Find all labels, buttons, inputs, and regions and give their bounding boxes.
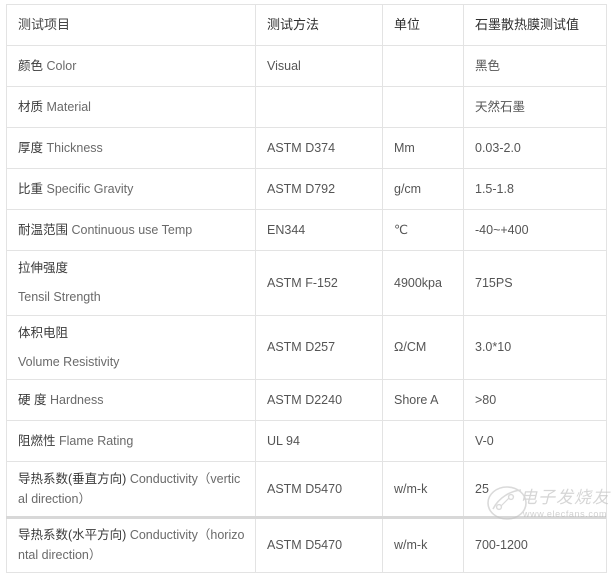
test-item-name-cn: 导热系数(垂直方向)	[18, 472, 127, 486]
spec-table-container: 测试项目 测试方法 单位 石墨散热膜测试值 颜色 Color Visual 黑色 材质…	[6, 4, 607, 573]
table-body: 颜色 Color Visual 黑色 材质 Material 天然石墨 厚度 Thickn…	[6, 45, 607, 573]
cell-test-method: ASTM F-152	[255, 250, 383, 316]
cell-test-item: 材质 Material	[6, 86, 256, 128]
test-item-name-en: Material	[46, 99, 91, 114]
cell-test-item: 体积电阻 Volume Resistivity	[6, 314, 256, 380]
table-row: 导热系数(垂直方向) Conductivity（vertical directi…	[6, 461, 607, 518]
cell-test-item: 硬 度 Hardness	[6, 379, 256, 421]
cell-test-value: 715PS	[463, 250, 607, 316]
table-row: 颜色 Color Visual 黑色	[6, 45, 607, 87]
cell-test-item: 阻燃性 Flame Rating	[6, 420, 256, 462]
test-item-name-cn: 耐温范围	[18, 222, 69, 237]
test-item-name-cn: 材质	[18, 99, 44, 114]
cell-test-value: 0.03-2.0	[463, 127, 607, 169]
cell-test-item: 颜色 Color	[6, 45, 256, 87]
test-item-name-cn: 拉伸强度	[18, 261, 69, 275]
cell-unit: Ω/CM	[382, 314, 464, 380]
table-header: 测试项目 测试方法 单位 石墨散热膜测试值	[6, 4, 607, 46]
cell-test-value: 25	[463, 461, 607, 518]
cell-unit: ℃	[382, 209, 464, 251]
table-row: 厚度 Thickness ASTM D374 Mm 0.03-2.0	[6, 127, 607, 169]
table-row: 导热系数(水平方向) Conductivity（horizontal direc…	[6, 516, 607, 573]
cell-test-value: 1.5-1.8	[463, 168, 607, 210]
table-row: 体积电阻 Volume Resistivity ASTM D257 Ω/CM 3.0*1…	[6, 314, 607, 380]
table-row: 阻燃性 Flame Rating UL 94 V-0	[6, 420, 607, 462]
cell-test-value: 700-1200	[463, 516, 607, 573]
table-row: 耐温范围 Continuous use Temp EN344 ℃ -40~+400	[6, 209, 607, 251]
cell-test-method	[255, 86, 383, 128]
cell-test-method: ASTM D5470	[255, 516, 383, 573]
table-row: 材质 Material 天然石墨	[6, 86, 607, 128]
cell-test-value: 3.0*10	[463, 314, 607, 380]
cell-unit	[382, 45, 464, 87]
cell-test-method: EN344	[255, 209, 383, 251]
cell-unit: g/cm	[382, 168, 464, 210]
cell-unit: Shore A	[382, 379, 464, 421]
cell-unit: Mm	[382, 127, 464, 169]
cell-test-item: 比重 Specific Gravity	[6, 168, 256, 210]
test-item-name-en: Tensil Strength	[18, 290, 101, 305]
cell-test-item: 导热系数(垂直方向) Conductivity（vertical directi…	[6, 461, 256, 518]
page-root: 测试项目 测试方法 单位 石墨散热膜测试值 颜色 Color Visual 黑色 材质…	[0, 0, 616, 573]
test-item-name-en: Volume Resistivity	[18, 354, 120, 369]
cell-unit	[382, 420, 464, 462]
table-row: 比重 Specific Gravity ASTM D792 g/cm 1.5-1.8	[6, 168, 607, 210]
test-item-name-cn: 阻燃性	[18, 433, 56, 448]
cell-test-value: 黑色	[463, 45, 607, 87]
cell-unit: w/m-k	[382, 516, 464, 573]
cell-unit: w/m-k	[382, 461, 464, 518]
cell-test-item: 拉伸强度 Tensil Strength	[6, 250, 256, 316]
cell-test-method: ASTM D792	[255, 168, 383, 210]
test-item-name-en: Flame Rating	[59, 433, 134, 448]
bottom-divider	[6, 516, 606, 519]
cell-unit: 4900kpa	[382, 250, 464, 316]
cell-test-method: UL 94	[255, 420, 383, 462]
table-row: 硬 度 Hardness ASTM D2240 Shore A >80	[6, 379, 607, 421]
cell-test-item: 厚度 Thickness	[6, 127, 256, 169]
cell-test-item: 耐温范围 Continuous use Temp	[6, 209, 256, 251]
column-header-test-method: 测试方法	[255, 4, 383, 46]
test-item-name-en: Thickness	[46, 140, 103, 155]
spec-table: 测试项目 测试方法 单位 石墨散热膜测试值 颜色 Color Visual 黑色 材质…	[6, 4, 607, 573]
column-header-unit: 单位	[382, 4, 464, 46]
cell-test-method: ASTM D2240	[255, 379, 383, 421]
test-item-name-cn: 体积电阻	[18, 325, 69, 340]
cell-test-method: ASTM D257	[255, 314, 383, 380]
cell-test-item: 导热系数(水平方向) Conductivity（horizontal direc…	[6, 516, 256, 573]
test-item-name-en: Hardness	[49, 392, 104, 407]
test-item-name-en: Specific Gravity	[46, 181, 134, 196]
test-item-name-en: Continuous use Temp	[71, 222, 193, 237]
cell-test-value: V-0	[463, 420, 607, 462]
test-item-name-cn: 硬 度	[18, 392, 47, 407]
cell-test-method: ASTM D5470	[255, 461, 383, 518]
test-item-name-cn: 导热系数(水平方向)	[18, 527, 127, 542]
cell-test-value: 天然石墨	[463, 86, 607, 128]
test-item-name-cn: 厚度	[18, 140, 44, 155]
test-item-name-cn: 颜色	[18, 58, 44, 73]
cell-test-value: >80	[463, 379, 607, 421]
table-row: 拉伸强度 Tensil Strength ASTM F-152 4900kpa 715P…	[6, 250, 607, 316]
column-header-test-item: 测试项目	[6, 4, 256, 46]
column-header-test-value: 石墨散热膜测试值	[463, 4, 607, 46]
test-item-name-cn: 比重	[18, 181, 44, 196]
cell-test-value: -40~+400	[463, 209, 607, 251]
cell-unit	[382, 86, 464, 128]
cell-test-method: Visual	[255, 45, 383, 87]
cell-test-method: ASTM D374	[255, 127, 383, 169]
test-item-name-en: Color	[46, 58, 77, 73]
table-header-row: 测试项目 测试方法 单位 石墨散热膜测试值	[6, 4, 607, 46]
